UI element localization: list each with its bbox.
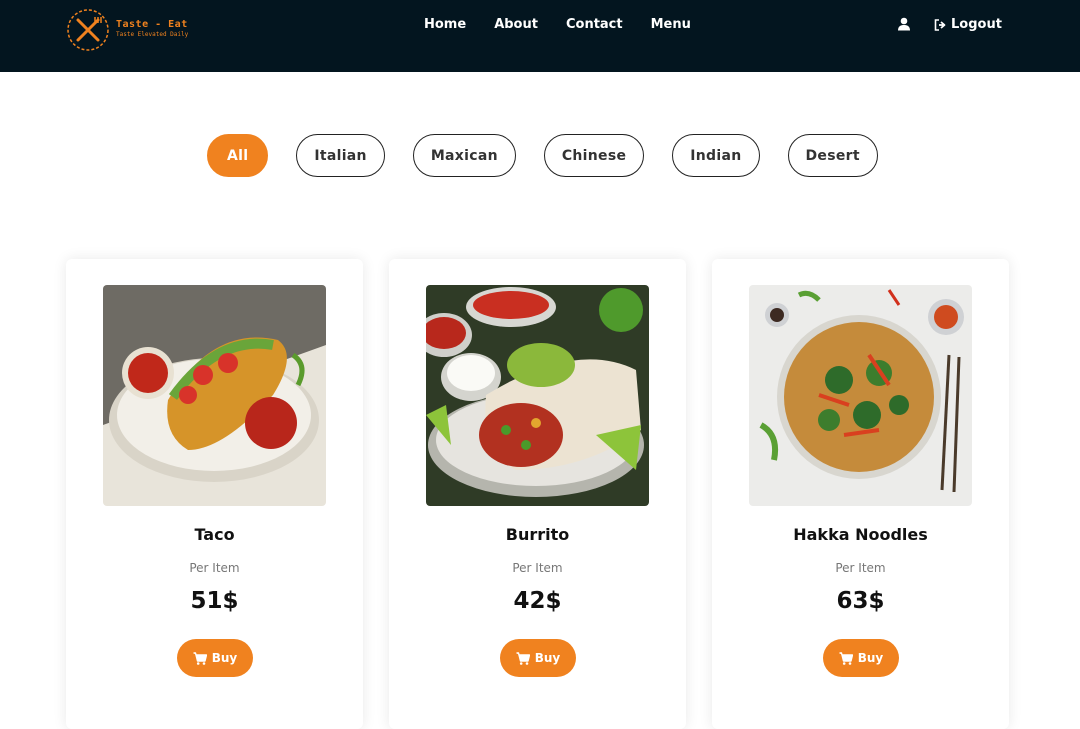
- product-name: Taco: [194, 525, 235, 544]
- brand-tagline: Taste Elevated Daily: [116, 31, 189, 38]
- nav-contact-link[interactable]: Contact: [566, 17, 623, 32]
- product-unit-label: Per Item: [835, 561, 886, 575]
- product-name: Hakka Noodles: [793, 525, 928, 544]
- product-unit-label: Per Item: [512, 561, 563, 575]
- cart-icon: [193, 651, 207, 665]
- product-card-hakka-noodles: Hakka Noodles Per Item 63$ Buy: [712, 259, 1009, 729]
- nav-about-link[interactable]: About: [494, 17, 538, 32]
- filter-all-button[interactable]: All: [207, 134, 269, 177]
- fork-knife-logo-icon: [67, 9, 109, 51]
- buy-hakka-noodles-button[interactable]: Buy: [823, 639, 899, 677]
- buy-label: Buy: [534, 651, 561, 665]
- main-nav: Home About Contact Menu: [424, 17, 691, 32]
- taco-image: [103, 285, 326, 506]
- nav-home-link[interactable]: Home: [424, 17, 466, 32]
- filter-chinese-button[interactable]: Chinese: [543, 134, 645, 177]
- product-price: 63$: [836, 588, 885, 614]
- cart-icon: [516, 651, 530, 665]
- buy-label: Buy: [211, 651, 238, 665]
- brand-name: Taste - Eat: [116, 19, 188, 30]
- product-price: 42$: [513, 588, 562, 614]
- buy-taco-button[interactable]: Buy: [177, 639, 253, 677]
- logout-label: Logout: [951, 17, 1002, 32]
- category-filter-bar: All Italian Maxican Chinese Indian Deser…: [207, 134, 878, 177]
- product-card-burrito: Burrito Per Item 42$ Buy: [389, 259, 686, 729]
- brand-logo[interactable]: Taste - Eat Taste Elevated Daily: [64, 5, 204, 55]
- filter-italian-button[interactable]: Italian: [296, 134, 385, 177]
- burrito-image: [426, 285, 649, 506]
- filter-maxican-button[interactable]: Maxican: [412, 134, 516, 177]
- cart-icon: [839, 651, 853, 665]
- brand-text: Taste - Eat Taste Elevated Daily: [116, 19, 188, 38]
- nav-menu-link[interactable]: Menu: [651, 17, 691, 32]
- product-unit-label: Per Item: [189, 561, 240, 575]
- logout-icon: [934, 18, 946, 31]
- buy-label: Buy: [857, 651, 884, 665]
- filter-indian-button[interactable]: Indian: [672, 134, 760, 177]
- buy-burrito-button[interactable]: Buy: [500, 639, 576, 677]
- navbar: Taste - Eat Taste Elevated Daily Home Ab…: [0, 0, 1080, 72]
- logout-button[interactable]: Logout: [934, 17, 1002, 32]
- product-price: 51$: [190, 588, 239, 614]
- hakka-noodles-image: [749, 285, 972, 506]
- product-card-taco: Taco Per Item 51$ Buy: [66, 259, 363, 729]
- filter-desert-button[interactable]: Desert: [787, 134, 878, 177]
- product-name: Burrito: [505, 525, 570, 544]
- user-icon[interactable]: [897, 17, 911, 31]
